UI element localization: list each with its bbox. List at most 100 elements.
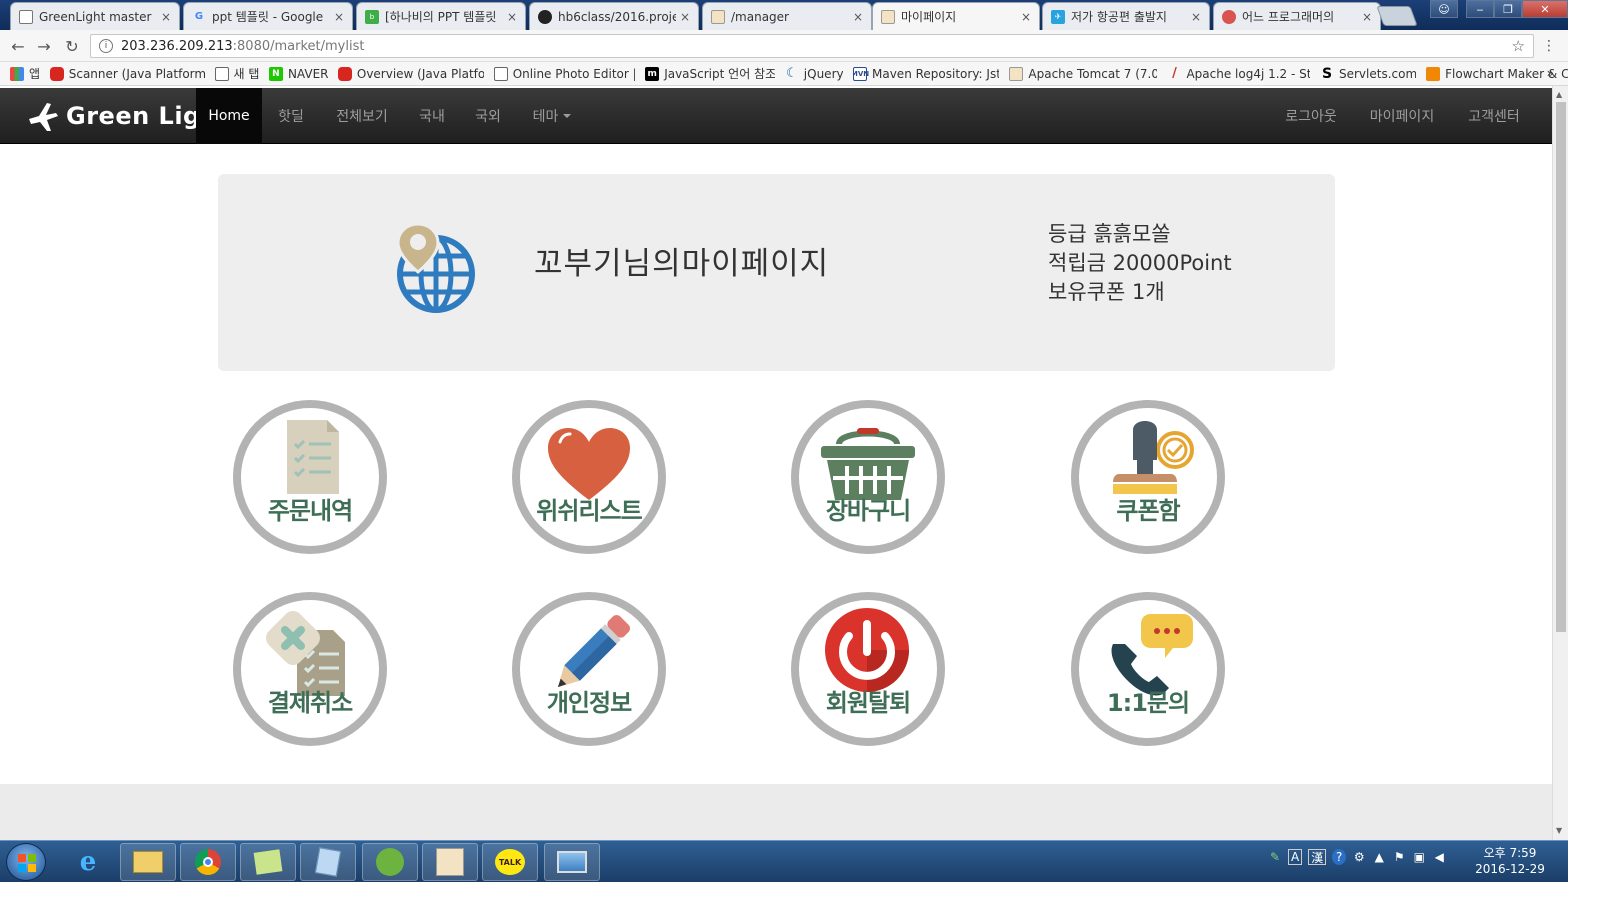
close-window-icon[interactable]: ✕ (1522, 0, 1568, 18)
tab-close-icon[interactable]: × (1191, 10, 1201, 24)
ime-hanja-icon[interactable]: 漢 (1308, 849, 1327, 865)
tomcat-taskbar-icon[interactable] (422, 843, 478, 881)
tab-mypage[interactable]: 마이페이지 × (872, 2, 1040, 30)
address-bar[interactable]: i 203.236.209.213 :8080/market/mylist ☆ (90, 34, 1534, 58)
tab-programmer[interactable]: 어느 프로그래머의 × (1213, 2, 1381, 30)
tab-greenlight-master[interactable]: GreenLight master × (10, 2, 180, 30)
nav-overseas[interactable]: 국외 (462, 88, 514, 144)
tab-manager[interactable]: /manager × (702, 2, 872, 30)
doc-icon (19, 9, 33, 24)
nav-customer-center[interactable]: 고객센터 (1454, 88, 1534, 144)
tab-close-icon[interactable]: × (161, 10, 171, 24)
ime-mode-icon[interactable]: A (1288, 849, 1303, 865)
nav-all[interactable]: 전체보기 (322, 88, 402, 144)
help-icon[interactable]: ? (1332, 849, 1347, 865)
notepad-icon[interactable] (300, 843, 356, 881)
bookmark-apps[interactable]: 앱 (10, 65, 40, 82)
tomcat-icon (711, 9, 725, 24)
explorer-icon[interactable] (120, 843, 176, 881)
tab-close-icon[interactable]: × (1362, 10, 1372, 24)
tile-inquiry[interactable]: 1:1문의 (1071, 592, 1225, 746)
nav-hotdeal[interactable]: 핫딜 (266, 88, 316, 144)
tab-close-icon[interactable]: × (680, 10, 690, 24)
tile-label: 쿠폰함 (1116, 497, 1180, 525)
bookmark-maven[interactable]: MVNMaven Repository: Jst (853, 66, 1000, 81)
bookmark-new-tab[interactable]: 새 탭 (214, 65, 259, 82)
info-icon[interactable]: i (99, 39, 113, 53)
bookmark-photo-editor[interactable]: Online Photo Editor | (493, 66, 635, 81)
nav-theme-dropdown[interactable]: 테마 (520, 88, 584, 144)
spring-tool-icon[interactable] (362, 843, 418, 881)
windows-logo-icon (18, 854, 36, 872)
taskbar-clock[interactable]: 오후 7:59 2016-12-29 (1470, 845, 1550, 877)
tile-personal-info[interactable]: 개인정보 (512, 592, 666, 746)
tab-hanabi-ppt[interactable]: b [하나비의 PPT 템플릿 × (356, 2, 526, 30)
member-points: 적립금 20000Point (1048, 251, 1232, 275)
bookmark-label: 새 탭 (233, 67, 259, 81)
action-center-icon[interactable]: ⚑ (1392, 849, 1406, 865)
volume-icon[interactable]: ◀ (1432, 849, 1446, 865)
bookmark-scanner[interactable]: Scanner (Java Platform (49, 66, 205, 81)
scroll-down-icon[interactable]: ▼ (1556, 826, 1562, 835)
nav-theme-label: 테마 (532, 109, 559, 125)
tile-payment-cancel[interactable]: 결제취소 (233, 592, 387, 746)
bookmark-servlets[interactable]: S Servlets.com (1320, 67, 1416, 81)
sticky-notes-icon[interactable] (240, 843, 296, 881)
tab-title: GreenLight master (39, 9, 152, 24)
tab-close-icon[interactable]: × (334, 10, 344, 24)
minimize-icon[interactable]: ‒ (1466, 0, 1494, 18)
blog-icon: b (365, 9, 379, 24)
tab-title: [하나비의 PPT 템플릿 (385, 10, 497, 24)
page-footer (0, 784, 1552, 840)
settings-icon[interactable]: ⚙ (1352, 849, 1366, 865)
tab-close-icon[interactable]: × (853, 10, 863, 24)
ie-icon[interactable]: e (60, 843, 116, 881)
scrollbar-thumb[interactable] (1556, 102, 1566, 632)
maven-icon: MVN (853, 66, 869, 81)
bookmark-tomcat[interactable]: Apache Tomcat 7 (7.0 (1009, 66, 1157, 81)
page-scrollbar[interactable]: ▲ ▼ (1552, 86, 1568, 840)
tab-close-icon[interactable]: × (1021, 10, 1031, 24)
feather-icon: / (1172, 66, 1177, 81)
tab-flights[interactable]: ✈ 저가 항공편 출발지 × (1042, 2, 1210, 30)
bookmark-overview[interactable]: Overview (Java Platfo (337, 66, 484, 81)
window-controls: ☺ (1430, 0, 1458, 20)
bookmark-log4j[interactable]: / Apache log4j 1.2 - St (1167, 67, 1310, 81)
user-icon[interactable]: ☺ (1430, 0, 1458, 18)
back-arrow-icon[interactable]: ← (8, 36, 28, 56)
nav-home[interactable]: Home (196, 88, 262, 144)
tab-close-icon[interactable]: × (507, 10, 517, 24)
start-button[interactable] (6, 843, 46, 881)
kakaotalk-icon[interactable]: TALK (482, 843, 538, 881)
reload-icon[interactable]: ↻ (62, 36, 82, 56)
pen-icon[interactable]: ✎ (1268, 849, 1282, 865)
tile-wishlist[interactable]: 위쉬리스트 (512, 400, 666, 554)
tray-expand-icon[interactable]: ▲ (1372, 849, 1386, 865)
bookmarks-more-icon[interactable]: » (1547, 66, 1554, 80)
bookmark-label: Maven Repository: Jst (872, 66, 1000, 81)
tile-coupons[interactable]: 쿠폰함 (1071, 400, 1225, 554)
tile-withdraw[interactable]: 회원탈퇴 (791, 592, 945, 746)
tab-github[interactable]: hb6class/2016.projec × (529, 2, 699, 30)
forward-arrow-icon[interactable]: → (34, 36, 54, 56)
browser-menu-icon[interactable]: ⋮ (1542, 38, 1556, 54)
bookmark-label: JavaScript 언어 참조 (664, 67, 775, 81)
bookmark-jquery[interactable]: ☾ jQuery (785, 67, 843, 81)
nav-mypage[interactable]: 마이페이지 (1356, 88, 1448, 144)
chrome-icon[interactable] (180, 843, 236, 881)
maximize-icon[interactable]: ❐ (1494, 0, 1522, 18)
nav-domestic[interactable]: 국내 (406, 88, 458, 144)
naver-icon: N (268, 66, 283, 81)
bookmark-naver[interactable]: N NAVER (268, 66, 328, 81)
tile-cart[interactable]: 장바구니 (791, 400, 945, 554)
nav-logout[interactable]: 로그아웃 (1272, 88, 1350, 144)
bookmark-mdn[interactable]: m JavaScript 언어 참조 (645, 65, 775, 82)
photo-viewer-icon[interactable] (544, 843, 600, 881)
network-icon[interactable]: ▣ (1412, 849, 1426, 865)
scroll-up-icon[interactable]: ▲ (1556, 90, 1562, 99)
new-tab-button[interactable] (1376, 6, 1418, 26)
tab-ppt-google[interactable]: G ppt 템플릿 - Google × (183, 2, 353, 30)
bookmark-star-icon[interactable]: ☆ (1512, 37, 1525, 55)
tile-order-history[interactable]: 주문내역 (233, 400, 387, 554)
url-host: 203.236.209.213 (121, 38, 233, 54)
